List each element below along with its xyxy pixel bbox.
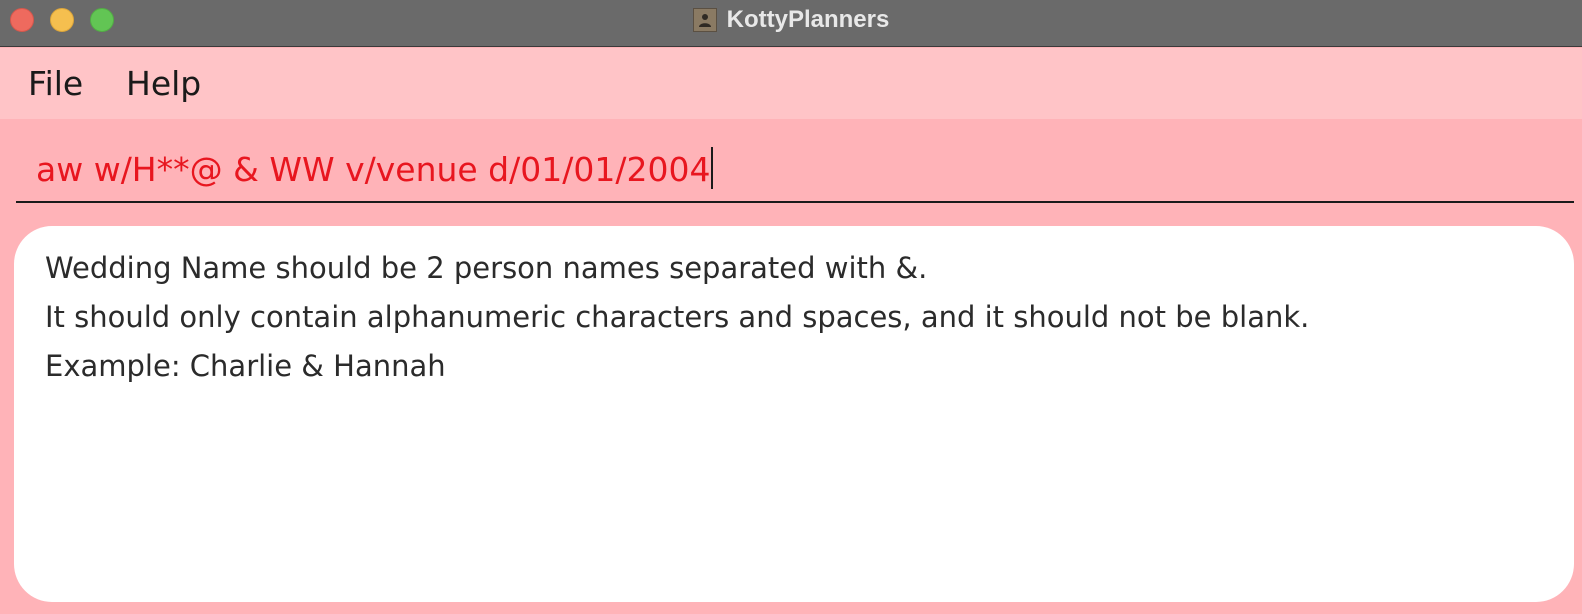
result-line-1: Wedding Name should be 2 person names se… (45, 251, 928, 285)
menu-help[interactable]: Help (126, 64, 201, 103)
result-display: Wedding Name should be 2 person names se… (14, 226, 1574, 602)
result-line-2: It should only contain alphanumeric char… (45, 300, 1310, 334)
menu-file[interactable]: File (28, 64, 83, 103)
command-input[interactable]: aw w/H**@ & WW v/venue d/01/01/2004 (16, 133, 1574, 203)
title-wrap: KottyPlanners (0, 0, 1582, 40)
text-caret (711, 147, 714, 189)
menu-bar: File Help (0, 48, 1582, 119)
window-title: KottyPlanners (726, 6, 890, 33)
person-portrait-icon (692, 8, 717, 32)
app-window: KottyPlanners File Help aw w/H**@ & WW v… (0, 0, 1582, 614)
command-value: aw w/H**@ & WW v/venue d/01/01/2004 (36, 150, 711, 189)
title-bar[interactable]: KottyPlanners (0, 0, 1582, 47)
command-input-text[interactable]: aw w/H**@ & WW v/venue d/01/01/2004 (36, 147, 714, 189)
command-area: aw w/H**@ & WW v/venue d/01/01/2004 (0, 119, 1582, 224)
result-line-3: Example: Charlie & Hannah (45, 349, 446, 383)
